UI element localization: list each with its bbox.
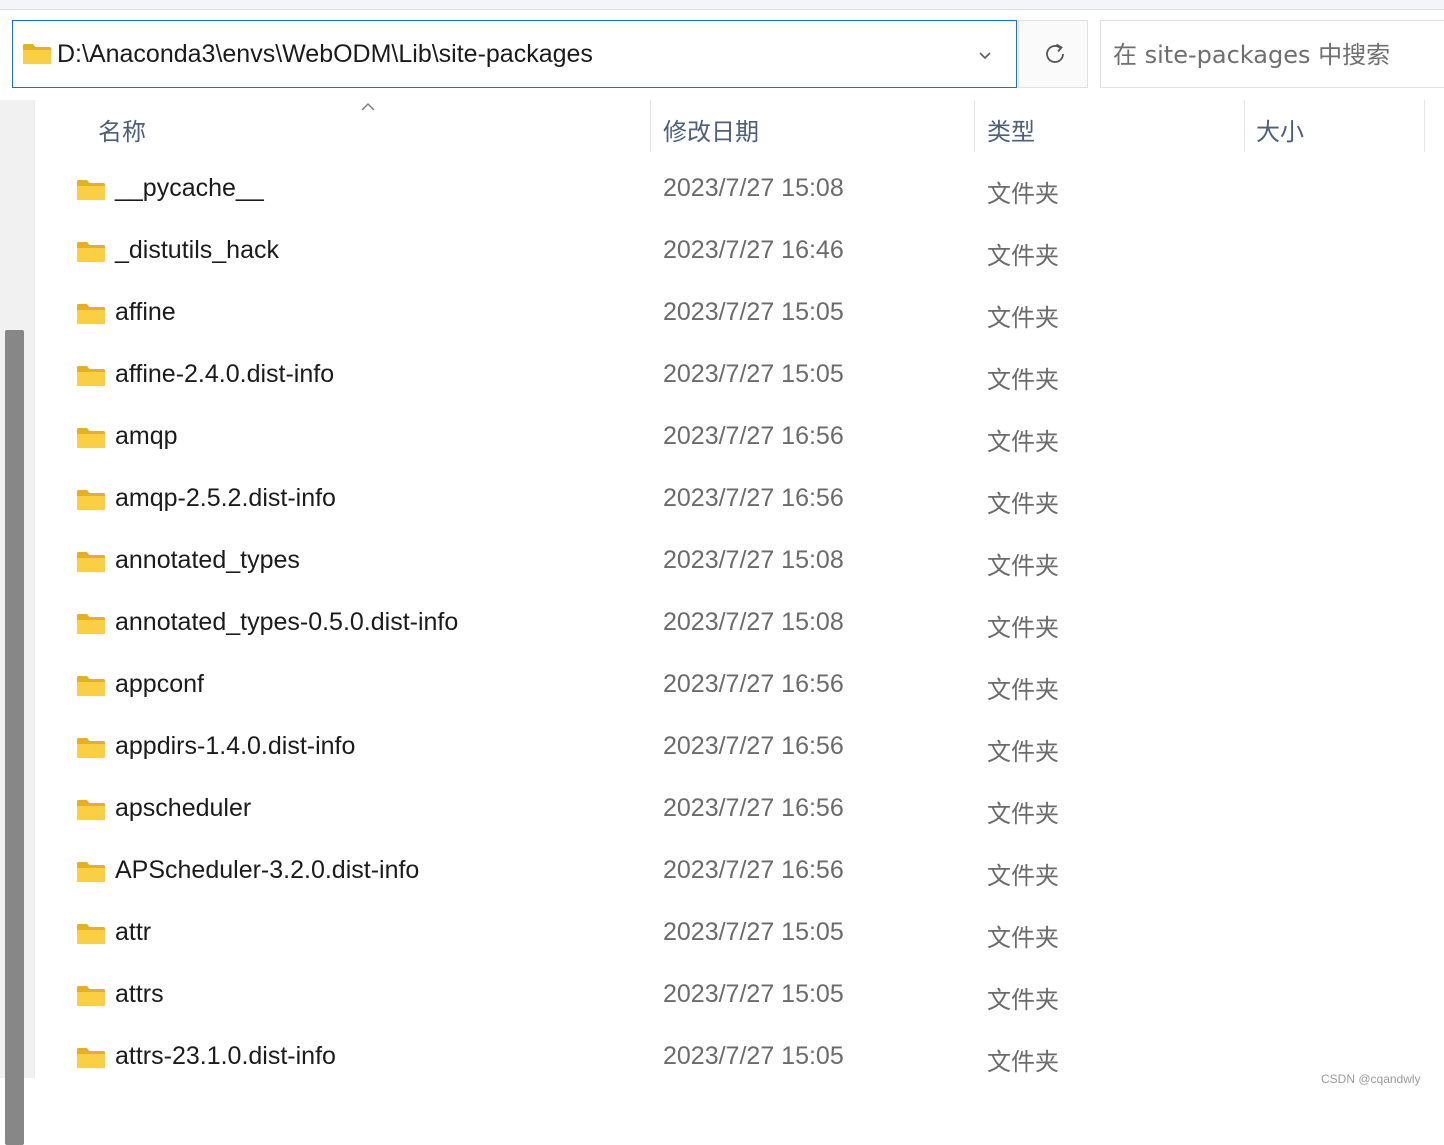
file-name[interactable]: APScheduler-3.2.0.dist-info — [115, 856, 419, 885]
modified-date: 2023/7/27 15:08 — [663, 546, 844, 574]
modified-date: 2023/7/27 16:56 — [663, 670, 844, 698]
file-type: 文件夹 — [987, 552, 1059, 580]
refresh-icon — [1046, 43, 1064, 63]
file-type: 文件夹 — [987, 800, 1059, 828]
file-name[interactable]: attrs — [115, 980, 164, 1009]
modified-date: 2023/7/27 15:08 — [663, 174, 844, 202]
file-type: 文件夹 — [987, 490, 1059, 518]
file-row[interactable]: attr 2023/7/27 15:05 文件夹 — [36, 905, 1444, 967]
scrollbar-thumb[interactable] — [5, 330, 24, 1145]
file-type: 文件夹 — [987, 366, 1059, 394]
folder-icon — [76, 985, 106, 1012]
file-row[interactable]: appconf 2023/7/27 16:56 文件夹 — [36, 657, 1444, 719]
file-name[interactable]: appconf — [115, 670, 204, 699]
file-name[interactable]: amqp — [115, 422, 178, 451]
modified-date: 2023/7/27 16:56 — [663, 794, 844, 822]
address-path[interactable]: D:\Anaconda3\envs\WebODM\Lib\site-packag… — [57, 40, 593, 69]
file-row[interactable]: affine-2.4.0.dist-info 2023/7/27 15:05 文件夹 — [36, 347, 1444, 409]
modified-date: 2023/7/27 15:05 — [663, 298, 844, 326]
file-type: 文件夹 — [987, 242, 1059, 270]
modified-date: 2023/7/27 16:56 — [663, 732, 844, 760]
modified-date: 2023/7/27 15:05 — [663, 1042, 844, 1070]
file-row[interactable]: annotated_types 2023/7/27 15:08 文件夹 — [36, 533, 1444, 595]
folder-icon — [76, 737, 106, 764]
file-row[interactable]: attrs 2023/7/27 15:05 文件夹 — [36, 967, 1444, 1029]
window-top-edge — [0, 0, 1444, 10]
file-row[interactable]: __pycache__ 2023/7/27 15:08 文件夹 — [36, 161, 1444, 223]
file-type: 文件夹 — [987, 924, 1059, 952]
folder-icon — [76, 551, 106, 578]
file-row[interactable]: attrs-23.1.0.dist-info 2023/7/27 15:05 文件夹 — [36, 1029, 1444, 1091]
folder-icon — [76, 303, 106, 330]
column-divider[interactable] — [974, 100, 975, 152]
sort-ascending-icon — [360, 99, 376, 117]
file-type: 文件夹 — [987, 614, 1059, 642]
search-input[interactable] — [1113, 37, 1433, 73]
folder-icon — [76, 675, 106, 702]
address-bar[interactable]: D:\Anaconda3\envs\WebODM\Lib\site-packag… — [12, 20, 1017, 88]
file-type: 文件夹 — [987, 862, 1059, 890]
modified-date: 2023/7/27 16:56 — [663, 422, 844, 450]
file-row[interactable]: amqp-2.5.2.dist-info 2023/7/27 16:56 文件夹 — [36, 471, 1444, 533]
file-row[interactable]: annotated_types-0.5.0.dist-info 2023/7/27… — [36, 595, 1444, 657]
column-divider[interactable] — [1424, 100, 1425, 152]
modified-date: 2023/7/27 16:56 — [663, 856, 844, 884]
chevron-down-icon[interactable] — [977, 47, 993, 68]
file-row[interactable]: appdirs-1.4.0.dist-info 2023/7/27 16:56 文件… — [36, 719, 1444, 781]
file-name[interactable]: __pycache__ — [115, 174, 264, 203]
folder-icon — [76, 799, 106, 826]
file-name[interactable]: _distutils_hack — [115, 236, 279, 265]
file-type: 文件夹 — [987, 180, 1059, 208]
file-row[interactable]: _distutils_hack 2023/7/27 16:46 文件夹 — [36, 223, 1444, 285]
column-divider[interactable] — [1244, 100, 1245, 152]
folder-icon — [76, 923, 106, 950]
folder-icon — [76, 427, 106, 454]
folder-icon — [76, 179, 106, 206]
column-header-size[interactable]: 大小 — [1256, 112, 1304, 147]
file-type: 文件夹 — [987, 986, 1059, 1014]
file-row[interactable]: apscheduler 2023/7/27 16:56 文件夹 — [36, 781, 1444, 843]
modified-date: 2023/7/27 15:05 — [663, 360, 844, 388]
file-row[interactable]: affine 2023/7/27 15:05 文件夹 — [36, 285, 1444, 347]
modified-date: 2023/7/27 16:56 — [663, 484, 844, 512]
file-row[interactable]: APScheduler-3.2.0.dist-info 2023/7/27 16:… — [36, 843, 1444, 905]
file-name[interactable]: annotated_types-0.5.0.dist-info — [115, 608, 458, 637]
file-type: 文件夹 — [987, 304, 1059, 332]
folder-icon — [76, 489, 106, 516]
column-header-name[interactable]: 名称 — [98, 112, 146, 147]
modified-date: 2023/7/27 15:08 — [663, 608, 844, 636]
folder-icon — [76, 861, 106, 888]
watermark: CSDN @cqandwly — [1321, 1072, 1421, 1086]
folder-icon — [22, 43, 52, 70]
file-row[interactable]: amqp 2023/7/27 16:56 文件夹 — [36, 409, 1444, 471]
file-name[interactable]: annotated_types — [115, 546, 300, 575]
file-name[interactable]: apscheduler — [115, 794, 251, 823]
modified-date: 2023/7/27 15:05 — [663, 980, 844, 1008]
file-type: 文件夹 — [987, 1048, 1059, 1076]
file-name[interactable]: affine-2.4.0.dist-info — [115, 360, 334, 389]
file-name[interactable]: attrs-23.1.0.dist-info — [115, 1042, 336, 1071]
modified-date: 2023/7/27 16:46 — [663, 236, 844, 264]
file-name[interactable]: attr — [115, 918, 151, 947]
folder-icon — [76, 241, 106, 268]
folder-icon — [76, 1047, 106, 1074]
file-name[interactable]: amqp-2.5.2.dist-info — [115, 484, 336, 513]
file-name[interactable]: appdirs-1.4.0.dist-info — [115, 732, 355, 761]
column-header-type[interactable]: 类型 — [987, 112, 1035, 147]
search-box[interactable] — [1100, 20, 1444, 88]
refresh-button[interactable] — [1018, 20, 1088, 88]
folder-icon — [76, 365, 106, 392]
folder-icon — [76, 613, 106, 640]
file-name[interactable]: affine — [115, 298, 176, 327]
file-type: 文件夹 — [987, 428, 1059, 456]
column-divider[interactable] — [650, 100, 651, 152]
file-type: 文件夹 — [987, 676, 1059, 704]
file-type: 文件夹 — [987, 738, 1059, 766]
vertical-scrollbar[interactable] — [0, 100, 35, 1145]
column-header-date[interactable]: 修改日期 — [663, 112, 759, 147]
modified-date: 2023/7/27 15:05 — [663, 918, 844, 946]
